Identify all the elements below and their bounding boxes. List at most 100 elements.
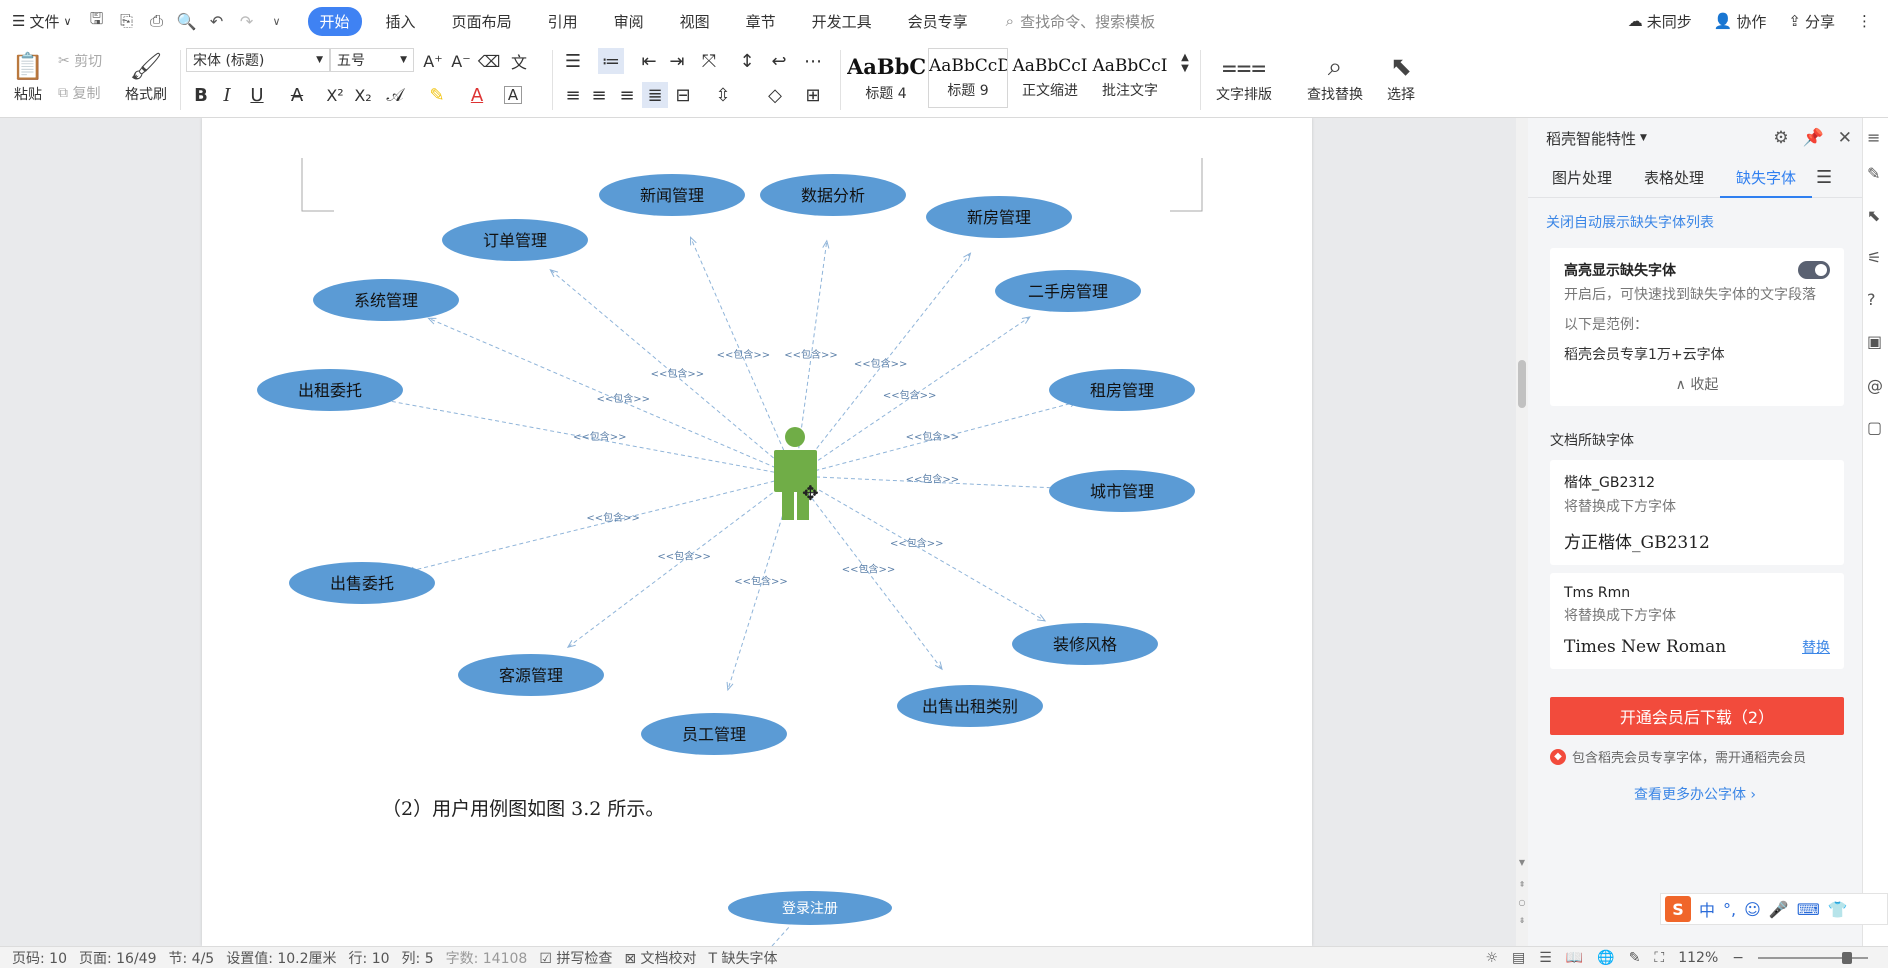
font-name-select[interactable]: 宋体 (标题) ▼ [186, 48, 330, 72]
skin-icon[interactable]: 👕 [1828, 900, 1848, 919]
missing-font-button[interactable]: T 缺失字体 [709, 948, 778, 968]
tab-insert[interactable]: 插入 [374, 7, 428, 36]
strikethrough-icon[interactable]: A [284, 82, 310, 108]
outline-view-icon[interactable]: ☰ [1539, 950, 1552, 966]
style-heading-9[interactable]: AaBbCcDd 标题 9 [928, 48, 1008, 108]
zoom-slider-knob[interactable] [1842, 951, 1852, 964]
shading-icon[interactable]: ◇ [762, 82, 788, 108]
find-replace-button[interactable]: ⌕ 查找替换 [1300, 48, 1370, 108]
status-page-number[interactable]: 页码: 10 [12, 948, 67, 968]
rail-doc-icon[interactable]: ▢ [1867, 418, 1882, 437]
style-heading-4[interactable]: AaBbC 标题 4 [846, 48, 926, 108]
more-fonts-link[interactable]: 查看更多办公字体 › [1528, 784, 1862, 804]
tab-references[interactable]: 引用 [536, 7, 590, 36]
tab-table-processing[interactable]: 表格处理 [1628, 158, 1720, 198]
scrollbar-thumb[interactable] [1518, 360, 1526, 408]
print-preview-icon[interactable]: 🔍 [176, 10, 198, 32]
style-gallery-scroll-icon[interactable]: ▲ ▼ [1172, 50, 1198, 76]
ime-toolbar[interactable]: S 中 °, ☺ 🎤 ⌨ 👕 [1660, 893, 1888, 925]
share-button[interactable]: ⇪ 分享 [1788, 11, 1835, 32]
tab-review[interactable]: 审阅 [602, 7, 656, 36]
browse-object-icon[interactable]: ○ [1516, 898, 1528, 907]
replace-font-link[interactable]: 替换 [1802, 637, 1830, 657]
increase-indent-icon[interactable]: ⇥ [664, 48, 690, 74]
underline-icon[interactable]: U [244, 82, 270, 108]
decrease-indent-icon[interactable]: ⇤ [636, 48, 662, 74]
distribute-icon[interactable]: ⊟ [670, 82, 696, 108]
tab-image-processing[interactable]: 图片处理 [1536, 158, 1628, 198]
zoom-level[interactable]: 112% [1678, 950, 1718, 966]
sync-status[interactable]: ☁ 未同步 [1628, 11, 1692, 32]
superscript-icon[interactable]: X² [322, 82, 348, 108]
export-pdf-icon[interactable]: ⎘ [116, 10, 138, 32]
redo-icon[interactable]: ↷ [236, 10, 258, 32]
scroll-down-arrow-icon[interactable]: ▼ [1516, 858, 1528, 867]
ime-language[interactable]: 中 [1699, 897, 1715, 921]
spell-check-button[interactable]: ☑ 拼写检查 [539, 948, 612, 968]
tab-developer[interactable]: 开发工具 [800, 7, 884, 36]
zoom-slider[interactable] [1758, 951, 1868, 964]
tabs-menu-icon[interactable]: ☰ [1816, 167, 1832, 188]
highlight-icon[interactable]: ✎ [424, 82, 450, 108]
shrink-font-icon[interactable]: A⁻ [448, 48, 474, 74]
status-page[interactable]: 页面: 16/49 [79, 948, 157, 968]
clear-format-icon[interactable]: ⌫ [476, 48, 502, 74]
save-icon[interactable]: 🖫 [86, 9, 108, 32]
emoji-icon[interactable]: ☺ [1744, 900, 1761, 919]
web-view-icon[interactable]: 🌐 [1597, 950, 1614, 966]
pin-icon[interactable]: 📌 [1803, 128, 1824, 148]
more-menu-icon[interactable]: ⋮ [1857, 12, 1872, 30]
rail-font-icon[interactable]: @ [1867, 376, 1883, 395]
text-layout-button[interactable]: ⩶ 文字排版 [1206, 48, 1282, 108]
rail-image-icon[interactable]: ▣ [1867, 332, 1882, 351]
chinese-layout-icon[interactable]: ⤧ [696, 48, 722, 74]
tab-home[interactable]: 开始 [307, 6, 362, 36]
align-right-icon[interactable]: ≡ [614, 82, 640, 108]
justify-icon[interactable]: ≣ [642, 82, 668, 108]
status-section[interactable]: 节: 4/5 [169, 948, 215, 968]
doc-proof-button[interactable]: ⊠ 文档校对 [624, 948, 696, 968]
cut-button[interactable]: ✂ 剪切 [58, 50, 102, 72]
italic-icon[interactable]: I [214, 82, 240, 108]
eye-protection-icon[interactable]: ☼ [1485, 950, 1498, 966]
collapse-button[interactable]: ∧ 收起 [1564, 374, 1830, 394]
style-body-indent[interactable]: AaBbCcI 正文缩进 [1010, 48, 1090, 108]
status-setting[interactable]: 设置值: 10.2厘米 [226, 948, 336, 968]
panel-title[interactable]: 稻壳智能特性 [1546, 128, 1636, 149]
keyboard-icon[interactable]: ⌨ [1797, 900, 1820, 919]
zoom-out-icon[interactable]: − [1732, 950, 1744, 966]
microphone-icon[interactable]: 🎤 [1769, 900, 1789, 919]
highlight-toggle[interactable] [1798, 261, 1830, 279]
rail-cursor-icon[interactable]: ⬉ [1867, 206, 1880, 225]
show-marks-icon[interactable]: ↩ [766, 48, 792, 74]
bold-icon[interactable]: B [188, 82, 214, 108]
copy-button[interactable]: ⧉ 复制 [58, 82, 100, 104]
rail-dots-icon[interactable]: ≡ [1867, 128, 1880, 147]
tab-chapter[interactable]: 章节 [734, 7, 788, 36]
rail-edit-icon[interactable]: ✎ [1867, 164, 1880, 183]
quick-access-more-icon[interactable]: ∨ [266, 10, 288, 32]
borders-icon[interactable]: ⊞ [800, 82, 826, 108]
prev-page-icon[interactable]: ⇞ [1516, 880, 1528, 889]
paste-button[interactable]: 📋 粘贴 [8, 48, 48, 108]
print-icon[interactable]: ⎙ [146, 10, 168, 32]
tab-missing-fonts[interactable]: 缺失字体 [1720, 158, 1813, 198]
align-center-icon[interactable]: ≡ [586, 82, 612, 108]
tab-page-layout[interactable]: 页面布局 [440, 7, 524, 36]
numbered-list-icon[interactable]: ≔ [598, 48, 624, 74]
style-comment-text[interactable]: AaBbCcI 批注文字 [1090, 48, 1170, 108]
align-left-icon[interactable]: ≡ [560, 82, 586, 108]
text-effect-icon[interactable]: 𝒜 [382, 82, 408, 108]
subscript-icon[interactable]: X₂ [350, 82, 376, 108]
punctuation-icon[interactable]: °, [1723, 900, 1736, 919]
bullet-list-icon[interactable]: ☰ [560, 48, 586, 74]
tab-member[interactable]: 会员专享 [896, 7, 980, 36]
pen-icon[interactable]: ✎ [1629, 950, 1641, 966]
document-page[interactable]: <<包含>> <<包含>> <<包含>> <<包含>> <<包含>> <<包含>> <<包含… [202, 118, 1312, 946]
select-button[interactable]: ⬉ 选择 [1376, 48, 1426, 108]
tab-view[interactable]: 视图 [668, 7, 722, 36]
page-view-icon[interactable]: ▤ [1512, 950, 1525, 966]
pinyin-guide-icon[interactable]: 文 [506, 48, 532, 74]
collab-button[interactable]: 👤 协作 [1714, 11, 1767, 32]
settings-gear-icon[interactable]: ⚙ [1773, 128, 1788, 148]
